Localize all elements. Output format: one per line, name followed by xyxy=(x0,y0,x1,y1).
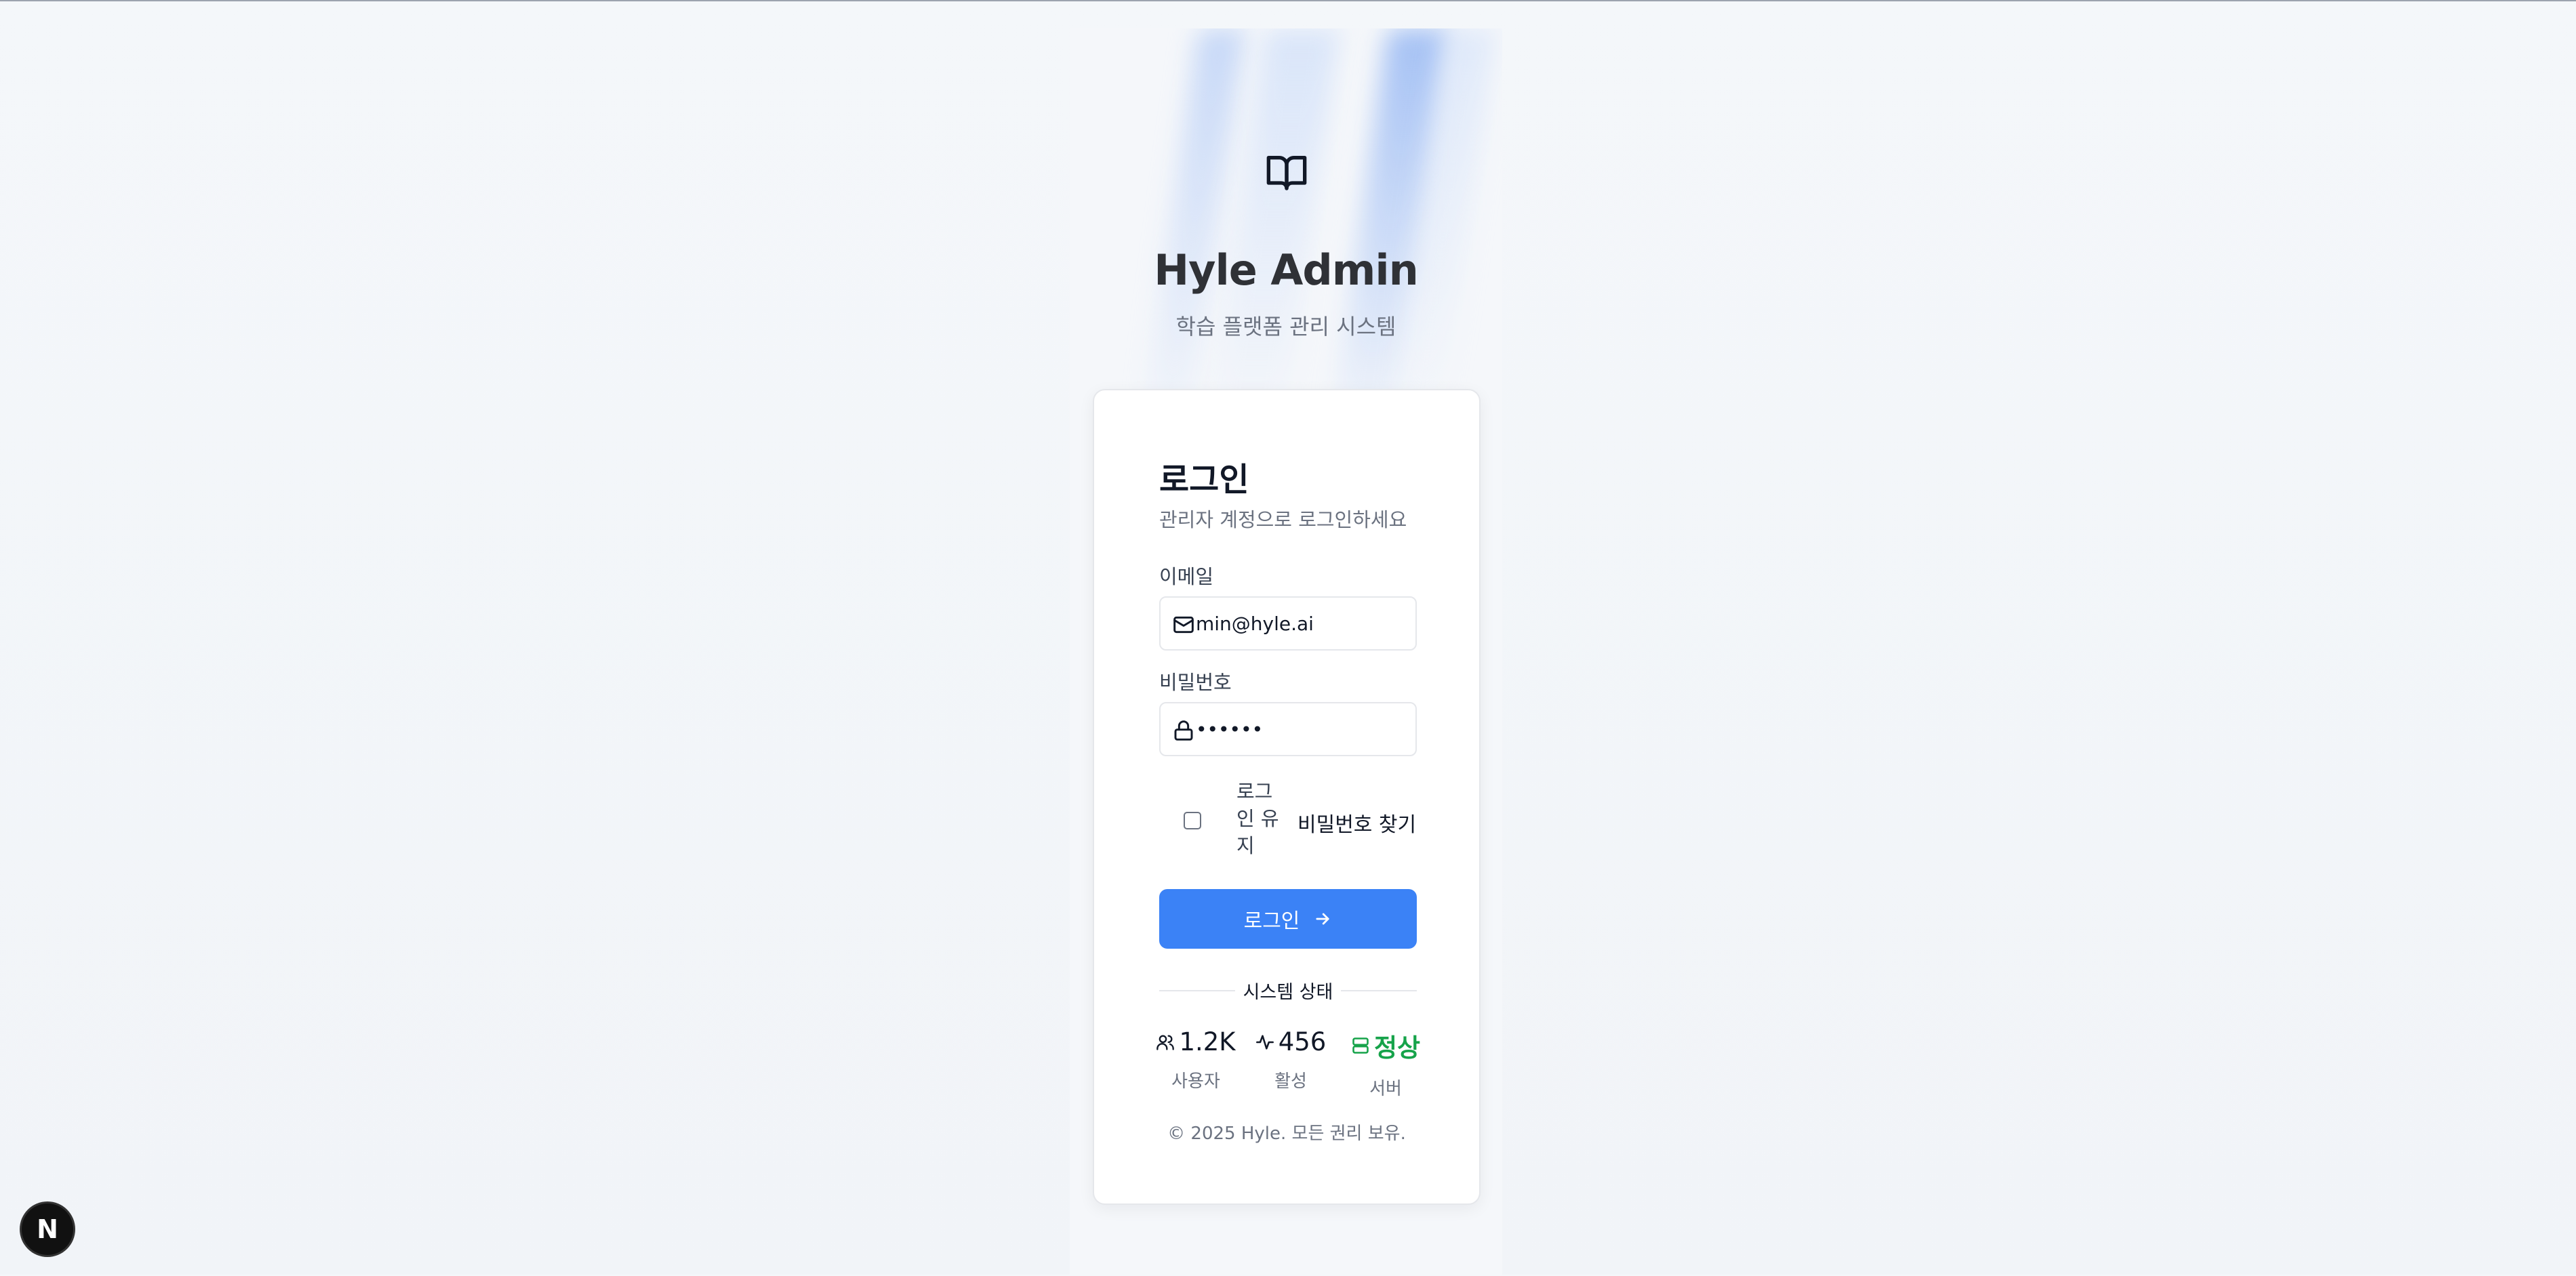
login-description: 관리자 계정으로 로그인하세요 xyxy=(1159,508,1407,531)
server-icon xyxy=(1352,1037,1369,1054)
stat-users-value: 1.2K xyxy=(1179,1027,1236,1056)
password-field-wrapper xyxy=(1159,702,1417,756)
email-input[interactable] xyxy=(1196,598,1413,649)
system-status-heading: 시스템 상태 xyxy=(1234,982,1342,1003)
remember-checkbox[interactable] xyxy=(1184,812,1201,829)
book-open-icon xyxy=(1266,156,1307,190)
email-field-wrapper xyxy=(1159,596,1417,651)
mail-icon xyxy=(1173,616,1194,634)
stat-active-caption: 활성 xyxy=(1274,1071,1307,1092)
app-subtitle: 학습 플랫폼 관리 시스템 xyxy=(1175,314,1396,339)
lock-icon xyxy=(1174,720,1193,741)
stat-active: 456 활성 xyxy=(1250,1027,1331,1092)
stat-server: 정상 서버 xyxy=(1345,1027,1426,1100)
users-icon xyxy=(1156,1035,1175,1050)
copyright-text: © 2025 Hyle. 모든 권리 보유. xyxy=(1167,1124,1406,1144)
password-label: 비밀번호 xyxy=(1159,671,1232,694)
stat-server-caption: 서버 xyxy=(1369,1079,1402,1099)
login-button-label: 로그인 xyxy=(1243,909,1300,933)
forgot-password-link[interactable]: 비밀번호 찾기 xyxy=(1297,808,1416,838)
login-heading: 로그인 xyxy=(1159,461,1249,499)
email-label: 이메일 xyxy=(1159,565,1214,588)
nextjs-logo-icon: N xyxy=(37,1214,58,1244)
remember-label[interactable]: 로그인 유지 xyxy=(1236,778,1284,859)
login-card: 로그인 관리자 계정으로 로그인하세요 이메일 비밀번호 로그인 유지 비밀번호… xyxy=(1093,389,1481,1205)
stat-users: 1.2K 사용자 xyxy=(1155,1027,1236,1092)
stat-users-caption: 사용자 xyxy=(1171,1071,1220,1092)
activity-icon xyxy=(1255,1034,1274,1050)
stat-server-value: 정상 xyxy=(1373,1033,1421,1063)
login-button[interactable]: 로그인 xyxy=(1159,889,1417,949)
nextjs-dev-badge[interactable]: N xyxy=(22,1203,73,1255)
password-input[interactable] xyxy=(1196,703,1413,755)
arrow-right-icon xyxy=(1316,913,1329,925)
app-title: Hyle Admin xyxy=(1154,245,1419,295)
stat-active-value: 456 xyxy=(1278,1027,1327,1056)
